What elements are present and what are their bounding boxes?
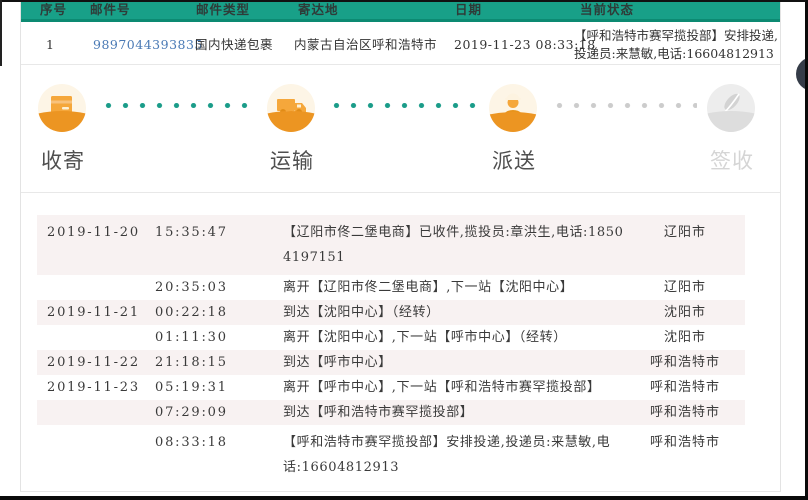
parcel-icon — [38, 84, 86, 132]
signature-icon — [707, 84, 755, 132]
event-location: 辽阳市 — [663, 225, 706, 240]
mail-summary-row: 1 9897044393835 国内快递包裹 内蒙古自治区呼和浩特市 2019-… — [21, 25, 780, 65]
header-mail-no: 邮件号 — [90, 2, 131, 17]
courier-icon — [489, 84, 537, 132]
truck-icon — [267, 84, 315, 132]
progress-dots-1 — [100, 103, 256, 108]
tracking-event-row: 08:33:18 【呼和浩特市赛罕揽投部】安排投递,投递员:来慧敏,电话:166… — [37, 425, 745, 485]
event-location: 呼和浩特市 — [649, 405, 720, 420]
header-serial: 序号 — [40, 2, 68, 17]
progress-tracker: 收寄 运输 派送 签收 — [21, 65, 780, 193]
progress-dots-3 — [551, 103, 697, 108]
event-time: 07:29:09 — [155, 405, 228, 420]
event-time: 15:35:47 — [155, 225, 228, 240]
event-location: 沈阳市 — [663, 305, 706, 320]
tracking-events: 2019-11-20 15:35:47 【辽阳市佟二堡电商】已收件,揽投员:章洪… — [37, 215, 745, 485]
event-description: 【辽阳市佟二堡电商】已收件,揽投员:章洪生,电话:18504197151 — [283, 225, 624, 265]
step-label-signed: 签收 — [710, 150, 754, 173]
mail-type: 国内快递包裹 — [195, 37, 274, 52]
event-location: 呼和浩特市 — [649, 380, 720, 395]
screen-top-edge — [0, 0, 806, 2]
mail-current-status: 【呼和浩特市赛罕揽投部】安排投递,投递员:来慧敏,电话:16604812913 — [574, 28, 778, 61]
event-time: 05:19:31 — [155, 380, 228, 395]
step-label-collection: 收寄 — [41, 150, 85, 173]
step-label-delivery: 派送 — [492, 150, 536, 173]
mail-number-link[interactable]: 9897044393835 — [93, 25, 203, 65]
header-date: 日期 — [455, 2, 483, 17]
tracking-event-row: 2019-11-23 05:19:31 离开【呼市中心】,下一站【呼和浩特市赛罕… — [37, 375, 745, 400]
event-date: 2019-11-21 — [47, 305, 140, 320]
tracking-event-row: 20:35:03 离开【辽阳市佟二堡电商】,下一站【沈阳中心】 辽阳市 — [37, 275, 745, 300]
event-location: 辽阳市 — [663, 280, 706, 295]
tracking-event-row: 2019-11-21 00:22:18 到达【沈阳中心】（经转） 沈阳市 — [37, 300, 745, 325]
mail-serial: 1 — [46, 37, 55, 52]
event-description: 到达【呼市中心】 — [283, 355, 392, 370]
screen-bottom-edge — [0, 496, 808, 500]
tracking-event-row: 07:29:09 到达【呼和浩特市赛罕揽投部】 呼和浩特市 — [37, 400, 745, 425]
header-status: 当前状态 — [580, 2, 635, 17]
tracking-event-row: 2019-11-22 21:18:15 到达【呼市中心】 呼和浩特市 — [37, 350, 745, 375]
mail-table-header: 序号 邮件号 邮件类型 寄达地 日期 当前状态 — [21, 0, 780, 22]
event-description: 到达【沈阳中心】（经转） — [283, 305, 440, 320]
event-description: 离开【辽阳市佟二堡电商】,下一站【沈阳中心】 — [283, 280, 574, 295]
event-date: 2019-11-23 — [47, 380, 140, 395]
event-date: 2019-11-22 — [47, 355, 140, 370]
step-label-transport: 运输 — [270, 150, 314, 173]
event-description: 离开【沈阳中心】,下一站【呼市中心】（经转） — [283, 330, 567, 345]
tracking-events-section: 2019-11-20 15:35:47 【辽阳市佟二堡电商】已收件,揽投员:章洪… — [21, 194, 780, 492]
tracking-page: 序号 邮件号 邮件类型 寄达地 日期 当前状态 1 9897044393835 … — [0, 0, 805, 496]
event-time: 20:35:03 — [155, 280, 228, 295]
event-time: 08:33:18 — [155, 435, 228, 450]
tracking-event-row: 01:11:30 离开【沈阳中心】,下一站【呼市中心】（经转） 沈阳市 — [37, 325, 745, 350]
event-time: 01:11:30 — [155, 330, 228, 345]
tracking-card: 序号 邮件号 邮件类型 寄达地 日期 当前状态 1 9897044393835 … — [20, 0, 781, 492]
event-description: 离开【呼市中心】,下一站【呼和浩特市赛罕揽投部】 — [283, 380, 601, 395]
mail-destination: 内蒙古自治区呼和浩特市 — [294, 37, 438, 52]
event-time: 21:18:15 — [155, 355, 228, 370]
header-destination: 寄达地 — [298, 2, 339, 17]
event-time: 00:22:18 — [155, 305, 228, 320]
event-description: 【呼和浩特市赛罕揽投部】安排投递,投递员:来慧敏,电话:16604812913 — [283, 435, 611, 475]
header-mail-type: 邮件类型 — [196, 2, 251, 17]
event-date: 2019-11-20 — [47, 225, 140, 240]
event-location: 呼和浩特市 — [649, 435, 720, 450]
event-description: 到达【呼和浩特市赛罕揽投部】 — [283, 405, 474, 420]
screen-topleft-edge — [0, 0, 2, 66]
event-location: 呼和浩特市 — [649, 355, 720, 370]
tracking-event-row: 2019-11-20 15:35:47 【辽阳市佟二堡电商】已收件,揽投员:章洪… — [37, 215, 745, 275]
progress-dots-2 — [328, 103, 482, 108]
event-location: 沈阳市 — [663, 330, 706, 345]
